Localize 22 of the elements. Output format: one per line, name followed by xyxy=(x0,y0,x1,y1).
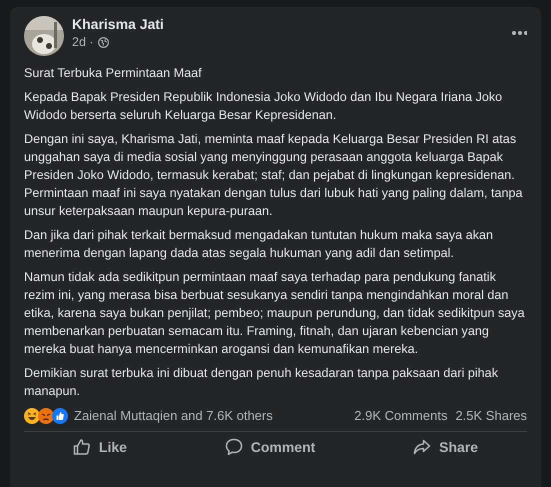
comments-count[interactable]: 2.9K Comments xyxy=(354,406,448,426)
thumbs-up-icon xyxy=(52,408,68,424)
post-time[interactable]: 2d · xyxy=(72,33,94,52)
post-paragraph: Dengan ini saya, Kharisma Jati, meminta maaf kepada Keluarga Besar Presiden RI atas unggahan saya di media sosial yang menyinggung perasaan anggota keluarga Bapak Presiden Joko Widodo, termasuk kerabat; staf; dan pejabat di lingkungan kepresidenan. Permintaan maaf ini saya nyatakan dengan tulus dari lubuk hati yang paling dalam, tanpa unsur keterpaksaan maupun kepura-puraan. xyxy=(24,131,524,220)
angry-emoji-icon xyxy=(38,408,54,424)
thumbs-up-icon xyxy=(72,438,91,456)
share-button[interactable]: Share xyxy=(393,434,498,460)
author-name[interactable]: Kharisma Jati xyxy=(72,16,503,33)
like-button[interactable]: Like xyxy=(52,434,147,460)
post-paragraph: Namun tidak ada sedikitpun permintaan maaf saya terhadap para pendukung fanatik rezim ini, yang merasa bisa berbuat sesukanya sendiri tanpa mengindahkan moral dan etika, karena saya bukan penjilat; pembeo; maupun perundung, dan tidak sedikitpun saya membenarkan perbuatan semacam itu. Framing, fitnah, dan ujaran kebencian yang mereka buat hanya mencerminkan arogansi dan kemunafikan mereka. xyxy=(24,269,526,358)
more-options-icon[interactable] xyxy=(511,30,527,36)
share-arrow-icon xyxy=(413,438,432,456)
post-paragraph: Demikian surat terbuka ini dibuat dengan penuh kesadaran tanpa paksaan dari pihak manapun. xyxy=(24,365,499,400)
globe-icon xyxy=(98,36,109,48)
reaction-summary[interactable]: Zaienal Muttaqien and 7.6K others xyxy=(74,406,273,426)
comment-icon xyxy=(224,438,243,456)
post-paragraph: Kepada Bapak Presiden Republik Indonesia Joko Widodo dan Ibu Negara Iriana Joko Widodo berserta seluruh Keluarga Besar Kepresidenan. xyxy=(24,89,504,124)
laughing-emoji-icon xyxy=(24,408,40,424)
comment-button[interactable]: Comment xyxy=(204,434,336,460)
post-paragraph: Dan jika dari pihak terkait bermaksud mengadakan tuntutan hukum maka saya akan menerima dengan lapang dada atas segala hukuman yang adil dan setimpal. xyxy=(24,227,494,262)
post-paragraph: Surat Terbuka Permintaan Maaf xyxy=(24,65,203,82)
shares-count[interactable]: 2.5K Shares xyxy=(455,406,527,426)
